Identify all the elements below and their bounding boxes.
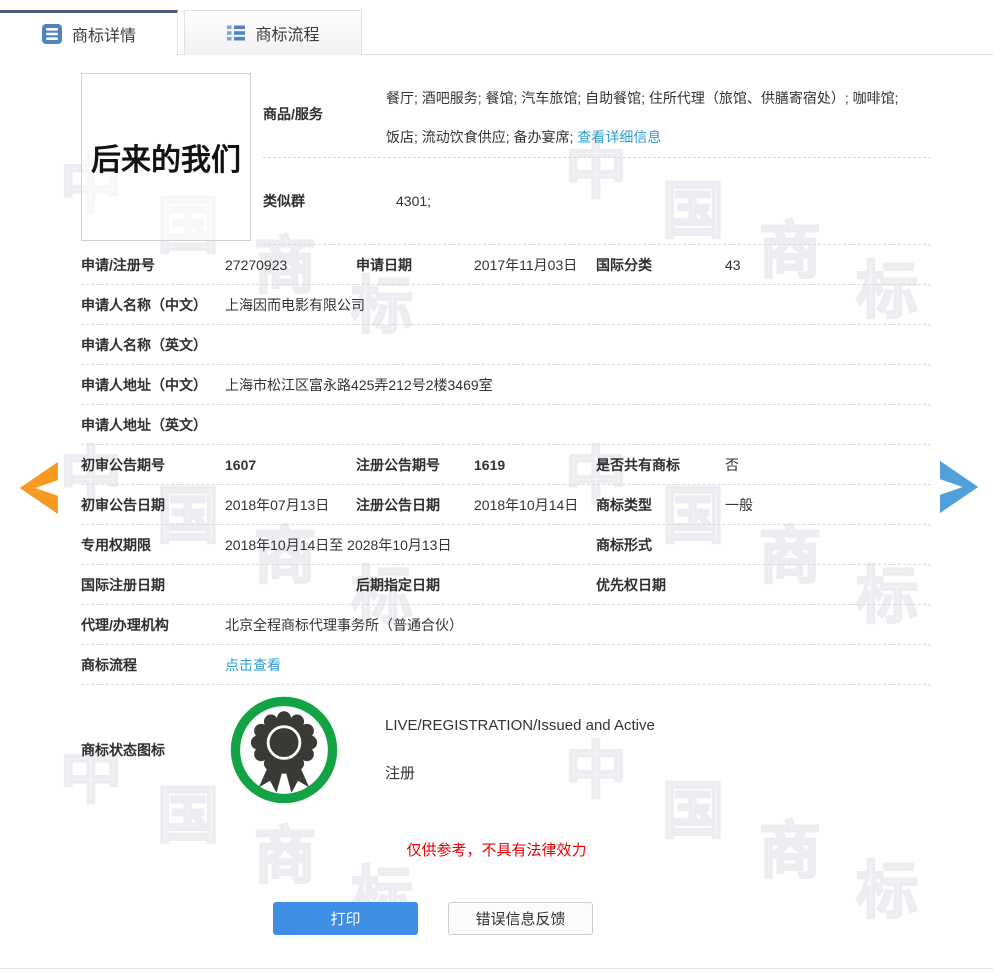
field-value: 北京全程商标代理事务所（普通合伙） [225, 616, 463, 633]
field-value: 2018年10月14日至 2028年10月13日 [225, 536, 452, 553]
field-value: 2018年10月14日 [474, 496, 579, 513]
field-label: 后期指定日期 [356, 576, 440, 593]
field-value: 27270923 [225, 256, 288, 273]
row-international-dates: 国际注册日期 后期指定日期 优先权日期 [81, 565, 931, 605]
field-label: 商标流程 [81, 656, 137, 673]
next-arrow-button[interactable] [940, 458, 980, 516]
field-label: 商标形式 [596, 536, 652, 553]
field-value: 1607 [225, 456, 257, 473]
field-value: 2018年07月13日 [225, 496, 330, 513]
field-value: 43 [725, 256, 741, 273]
field-label: 国际注册日期 [81, 576, 165, 593]
field-value: 上海市松江区富永路425弄212号2楼3469室 [225, 376, 493, 393]
field-value: 一般 [725, 496, 753, 513]
field-value: 4301; [396, 193, 432, 209]
row-application-number: 申请/注册号 27270923 申请日期 2017年11月03日 国际分类 43 [81, 245, 931, 285]
action-buttons: 打印 错误信息反馈 [273, 902, 993, 935]
field-label: 商品/服务 [263, 106, 323, 122]
row-similar-group: 类似群 4301; [263, 158, 931, 245]
footer-divider [0, 968, 993, 969]
view-details-link[interactable]: 查看详细信息 [577, 129, 661, 145]
row-goods-services: 商品/服务 餐厅; 酒吧服务; 餐馆; 汽车旅馆; 自助餐馆; 住所代理（旅馆、… [263, 73, 931, 158]
previous-arrow-button[interactable] [18, 459, 59, 517]
print-button[interactable]: 打印 [273, 902, 418, 935]
field-label: 初审公告日期 [81, 496, 165, 513]
top-section: 后来的我们 商品/服务 餐厅; 酒吧服务; 餐馆; 汽车旅馆; 自助餐馆; 住所… [81, 73, 931, 245]
tab-label: 商标流程 [255, 27, 320, 44]
click-to-view-link[interactable]: 点击查看 [225, 657, 281, 673]
list-icon [226, 23, 246, 43]
field-label: 申请/注册号 [81, 256, 155, 273]
trademark-detail-panel: 后来的我们 商品/服务 餐厅; 酒吧服务; 餐馆; 汽车旅馆; 自助餐馆; 住所… [81, 73, 931, 815]
row-exclusive-period: 专用权期限 2018年10月14日至 2028年10月13日 商标形式 [81, 525, 931, 565]
field-value: 2017年11月03日 [474, 256, 578, 273]
green-ribbon-badge-icon [228, 694, 340, 806]
error-feedback-button[interactable]: 错误信息反馈 [448, 902, 593, 935]
field-label: 是否共有商标 [596, 456, 680, 473]
field-label: 代理/办理机构 [81, 616, 169, 633]
field-label: 类似群 [263, 193, 305, 209]
field-label: 国际分类 [596, 256, 652, 273]
document-lines-icon [41, 23, 63, 45]
row-applicant-name-en: 申请人名称（英文） [81, 325, 931, 365]
tab-trademark-details[interactable]: 商标详情 [0, 10, 178, 55]
field-label: 初审公告期号 [81, 456, 165, 473]
trademark-image-text: 后来的我们 [91, 144, 241, 177]
field-value: 上海因而电影有限公司 [225, 296, 365, 313]
status-text: LIVE/REGISTRATION/Issued and Active [385, 717, 655, 734]
field-label: 商标状态图标 [81, 742, 165, 758]
tab-bar: 商标详情 商标流程 [0, 10, 993, 55]
row-trademark-process: 商标流程 点击查看 [81, 645, 931, 685]
row-agency: 代理/办理机构 北京全程商标代理事务所（普通合伙） [81, 605, 931, 645]
row-trademark-status: 商标状态图标 LIVE/REGISTRATION/Issued and Acti… [81, 685, 931, 815]
field-label: 注册公告日期 [356, 496, 440, 513]
field-label: 商标类型 [596, 496, 652, 513]
row-applicant-address-en: 申请人地址（英文） [81, 405, 931, 445]
status-text-cn: 注册 [385, 765, 416, 782]
tab-label: 商标详情 [71, 28, 136, 45]
field-label: 注册公告期号 [356, 456, 440, 473]
field-label: 申请人地址（中文） [81, 376, 207, 393]
legal-disclaimer: 仅供参考，不具有法律效力 [406, 842, 587, 859]
field-label: 申请日期 [356, 256, 412, 273]
field-label: 优先权日期 [596, 576, 666, 593]
row-gazette-dates: 初审公告日期 2018年07月13日 注册公告日期 2018年10月14日 商标… [81, 485, 931, 525]
tab-trademark-process[interactable]: 商标流程 [184, 10, 362, 55]
field-label: 申请人地址（英文） [81, 416, 207, 433]
goods-services-value: 餐厅; 酒吧服务; 餐馆; 汽车旅馆; 自助餐馆; 住所代理（旅馆、供膳寄宿处）… [386, 90, 899, 145]
field-value: 否 [725, 456, 739, 473]
row-applicant-name-cn: 申请人名称（中文） 上海因而电影有限公司 [81, 285, 931, 325]
field-label: 申请人名称（中文） [81, 296, 207, 313]
field-value: 1619 [474, 456, 506, 473]
row-gazette-numbers: 初审公告期号 1607 注册公告期号 1619 是否共有商标 否 [81, 445, 931, 485]
field-label: 专用权期限 [81, 536, 151, 553]
row-applicant-address-cn: 申请人地址（中文） 上海市松江区富永路425弄212号2楼3469室 [81, 365, 931, 405]
trademark-image: 后来的我们 [81, 73, 251, 241]
field-label: 申请人名称（英文） [81, 336, 207, 353]
